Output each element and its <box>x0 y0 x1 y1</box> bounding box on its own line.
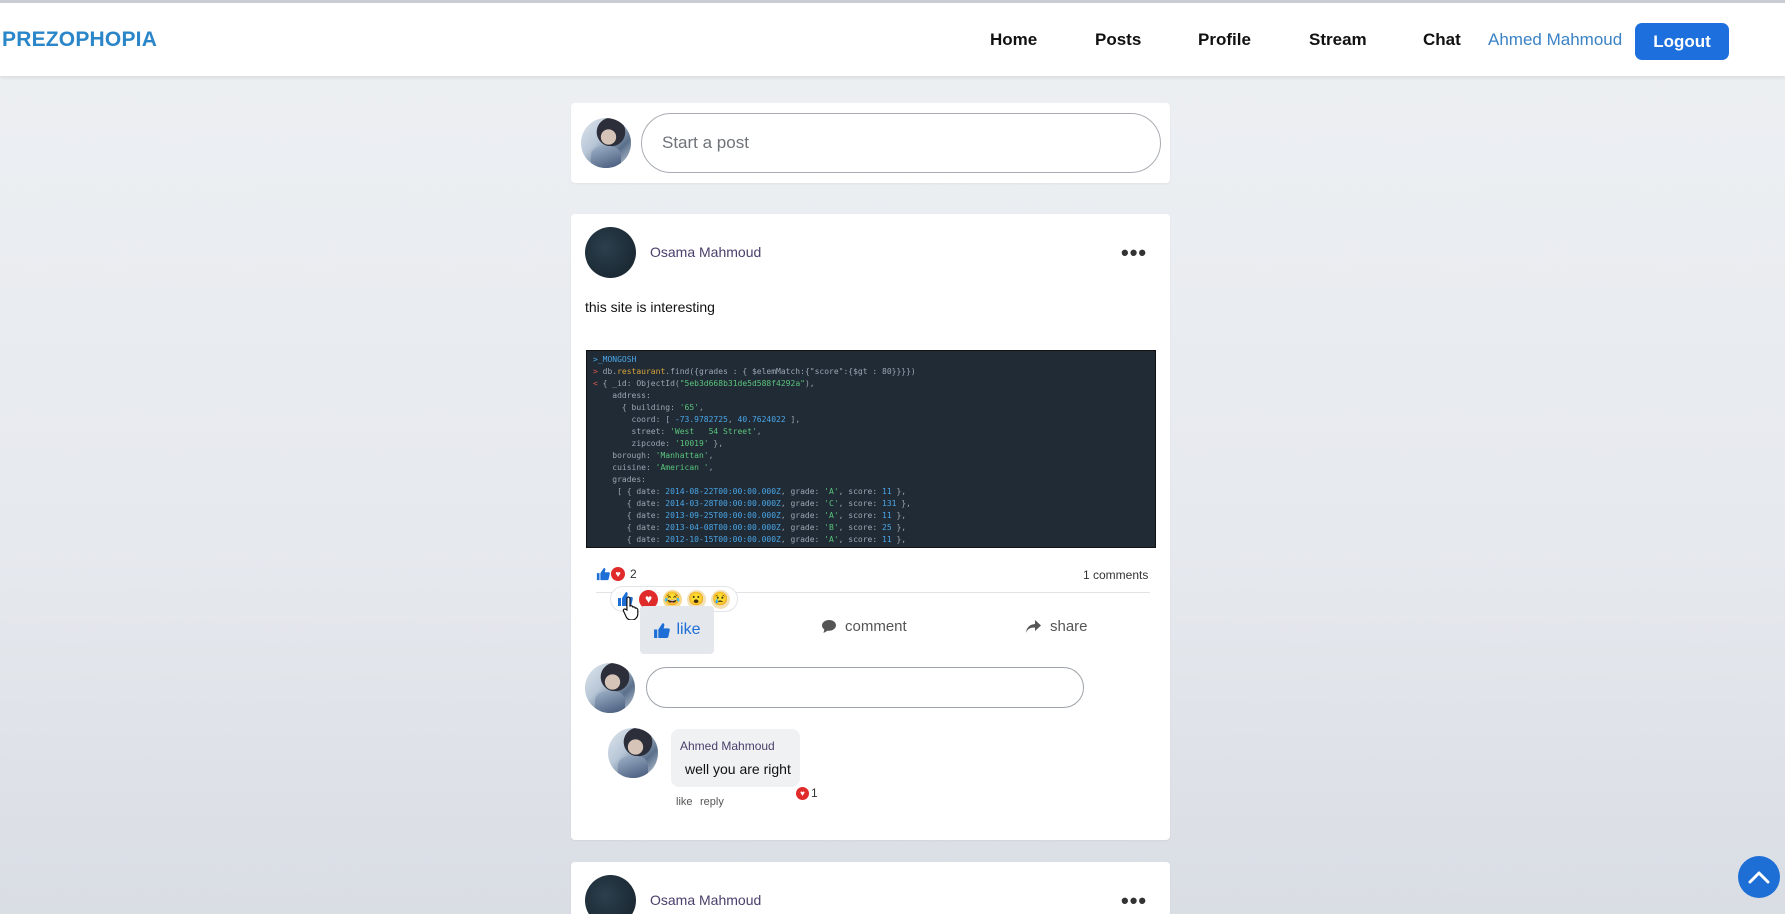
post-image[interactable]: >_MONGOSH > db.restaurant.find({grades :… <box>586 350 1156 548</box>
thumbs-up-icon <box>654 622 671 638</box>
nav-home[interactable]: Home <box>990 30 1037 50</box>
nav-profile[interactable]: Profile <box>1198 30 1251 50</box>
nav-stream[interactable]: Stream <box>1309 30 1367 50</box>
thumbs-up-icon <box>596 567 610 581</box>
share-icon <box>1026 620 1041 633</box>
comments-count[interactable]: 1 comments <box>1083 568 1148 582</box>
comment-bubble <box>671 729 800 787</box>
share-button[interactable]: share <box>1025 618 1088 635</box>
commenter-avatar[interactable] <box>585 663 635 713</box>
comment-text: well you are right <box>685 761 791 777</box>
nav-current-user[interactable]: Ahmed Mahmoud <box>1488 30 1622 50</box>
like-button[interactable]: like <box>640 606 714 654</box>
reaction-sad-icon[interactable]: 😢 <box>711 589 730 609</box>
comment-author-avatar[interactable] <box>608 728 658 778</box>
more-icon[interactable]: ••• <box>1121 890 1147 912</box>
comment-reply-link[interactable]: reply <box>700 796 724 808</box>
post-author-name[interactable]: Osama Mahmoud <box>650 244 761 260</box>
post-text: this site is interesting <box>585 299 715 315</box>
chevron-up-icon <box>1748 871 1770 884</box>
scroll-top-button[interactable] <box>1738 856 1780 898</box>
comment-button[interactable]: comment <box>821 618 907 635</box>
brand-logo[interactable]: PREZOPHOPIA <box>2 28 157 52</box>
comment-reaction[interactable]: ♥ 1 <box>796 786 818 800</box>
top-navbar: PREZOPHOPIA Home Posts Profile Stream Ch… <box>0 0 1785 76</box>
composer-avatar[interactable] <box>581 118 631 168</box>
comment-label: comment <box>845 618 907 635</box>
post-author-avatar[interactable] <box>585 227 636 278</box>
comment-author-name[interactable]: Ahmed Mahmoud <box>680 739 775 753</box>
comment-input[interactable] <box>646 667 1084 708</box>
logout-button[interactable]: Logout <box>1635 23 1729 60</box>
mouse-pointer-icon <box>622 596 639 620</box>
post-author-name[interactable]: Osama Mahmoud <box>650 892 761 908</box>
reaction-count: 2 <box>630 567 637 581</box>
comment-icon <box>822 620 836 633</box>
more-icon[interactable]: ••• <box>1121 242 1147 264</box>
start-post-input[interactable]: Start a post <box>641 113 1161 173</box>
reaction-summary[interactable]: ♥ 2 <box>596 567 637 581</box>
comment-like-link[interactable]: like <box>676 796 693 808</box>
nav-posts[interactable]: Posts <box>1095 30 1141 50</box>
share-label: share <box>1050 618 1088 635</box>
heart-icon: ♥ <box>611 567 625 581</box>
comment-reaction-count: 1 <box>811 786 818 800</box>
like-label: like <box>676 621 701 638</box>
heart-icon: ♥ <box>796 786 809 800</box>
nav-chat[interactable]: Chat <box>1423 30 1461 50</box>
